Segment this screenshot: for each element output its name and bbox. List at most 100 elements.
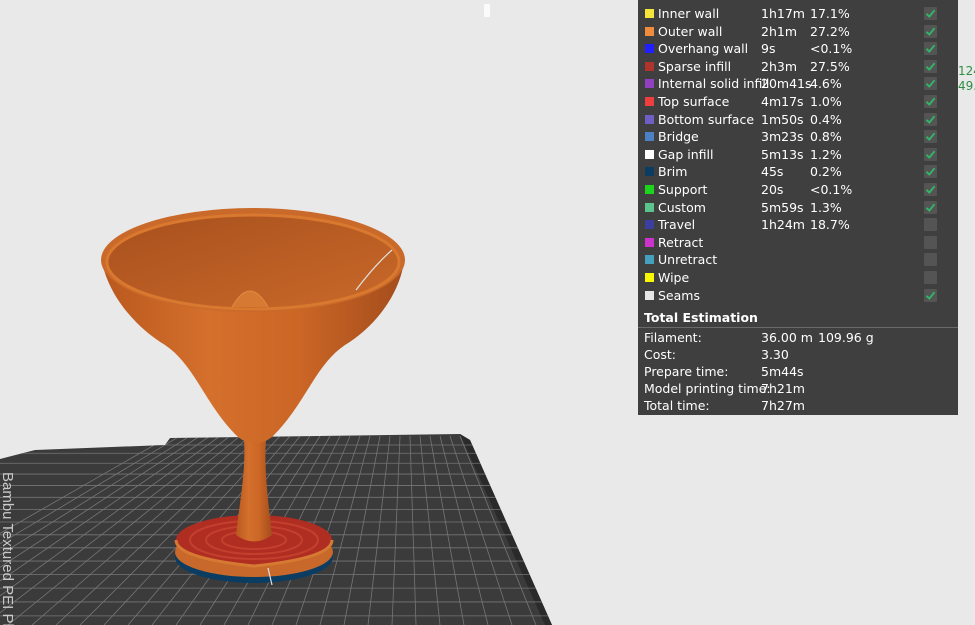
model-printing-time-label: Model printing time:: [644, 381, 771, 396]
visibility-checkbox[interactable]: [924, 130, 937, 144]
visibility-checkbox[interactable]: [924, 288, 937, 302]
model-printing-time-value: 7h21m: [761, 381, 805, 396]
legend-time: 20m41s: [761, 76, 812, 92]
filament-label: Filament:: [644, 330, 702, 345]
check-icon: [925, 9, 936, 18]
visibility-checkbox[interactable]: [924, 59, 937, 73]
legend-label: Inner wall: [658, 6, 720, 21]
filament-weight: 109.96 g: [818, 330, 874, 345]
visibility-checkbox[interactable]: [924, 165, 937, 179]
visibility-checkbox[interactable]: [924, 235, 937, 249]
visibility-checkbox[interactable]: [924, 147, 937, 161]
legend-row: Wipe: [638, 269, 958, 287]
legend-time: 20s: [761, 182, 784, 197]
legend-row: Overhang wall 9s <0.1%: [638, 40, 958, 58]
legend-row: Gap infill 5m13s 1.2%: [638, 146, 958, 164]
legend-percent: <0.1%: [810, 182, 853, 197]
legend-label: Wipe: [658, 270, 690, 285]
prepare-time-label: Prepare time:: [644, 364, 729, 379]
check-icon: [925, 291, 936, 300]
visibility-checkbox[interactable]: [924, 7, 937, 20]
legend-panel: Inner wall 1h17m 17.1% Outer wall 2h1m 27.2% O…: [638, 0, 958, 415]
prepare-time-value: 5m44s: [761, 364, 804, 379]
check-icon: [925, 132, 936, 142]
check-icon: [925, 115, 936, 124]
check-icon: [925, 27, 936, 36]
legend-label: Outer wall: [658, 23, 723, 39]
check-icon: [925, 185, 936, 194]
filament-length: 36.00 m: [761, 330, 813, 345]
visibility-checkbox[interactable]: [924, 200, 937, 214]
legend-row: Support 20s <0.1%: [638, 181, 958, 199]
color-swatch: [645, 9, 654, 18]
check-icon: [925, 80, 936, 89]
legend-label: Seams: [658, 287, 700, 303]
legend-row: Top surface 4m17s 1.0%: [638, 93, 958, 111]
legend-time: 1h17m: [761, 6, 805, 21]
legend-time: 3m23s: [761, 129, 804, 145]
legend-label: Travel: [658, 217, 696, 233]
check-icon: [925, 168, 936, 177]
visibility-checkbox[interactable]: [924, 218, 937, 232]
legend-row: Unretract: [638, 251, 958, 269]
legend-time: 2h3m: [761, 58, 798, 74]
legend-time: 5m13s: [761, 146, 804, 162]
prepare-time-row: Prepare time: 5m44s: [638, 363, 958, 380]
check-icon: [925, 44, 936, 54]
legend-row: Custom 5m59s 1.3%: [638, 199, 958, 217]
legend-percent: 27.2%: [810, 23, 850, 39]
color-swatch: [645, 26, 654, 36]
total-time-label: Total time:: [644, 398, 710, 413]
legend-time: 45s: [761, 164, 784, 180]
edge-value-2: 49.: [958, 79, 975, 93]
color-swatch: [645, 202, 654, 212]
cost-row: Cost: 3.30: [638, 346, 958, 363]
legend-label: Bridge: [658, 129, 699, 145]
cost-value: 3.30: [761, 347, 789, 362]
visibility-checkbox[interactable]: [924, 95, 937, 108]
total-estimation-title: Total Estimation: [644, 310, 758, 325]
legend-row: Retract: [638, 234, 958, 252]
legend-row: Outer wall 2h1m 27.2%: [638, 23, 958, 41]
legend-label: Sparse infill: [658, 58, 732, 74]
legend-row: Bottom surface 1m50s 0.4%: [638, 111, 958, 129]
legend-percent: 1.2%: [810, 146, 842, 162]
legend-time: 1h24m: [761, 217, 805, 233]
color-swatch: [645, 220, 654, 230]
color-swatch: [645, 185, 654, 194]
legend-time: 5m59s: [761, 199, 804, 215]
visibility-checkbox[interactable]: [924, 271, 937, 284]
edge-value-1: 124: [958, 64, 975, 78]
legend-row: Inner wall 1h17m 17.1%: [638, 5, 958, 23]
legend-label: Bottom surface: [658, 111, 755, 127]
visibility-checkbox[interactable]: [924, 42, 937, 56]
legend-label: Brim: [658, 164, 688, 180]
visibility-checkbox[interactable]: [924, 183, 937, 196]
visibility-checkbox[interactable]: [924, 77, 937, 91]
visibility-checkbox[interactable]: [924, 24, 937, 38]
color-swatch: [645, 97, 654, 106]
total-time-value: 7h27m: [761, 398, 805, 413]
legend-row: Travel 1h24m 18.7%: [638, 216, 958, 234]
check-icon: [925, 203, 936, 212]
color-swatch: [645, 237, 654, 247]
edge-readout: 124 49.: [958, 64, 975, 94]
color-swatch: [645, 167, 654, 177]
color-swatch: [645, 273, 654, 282]
legend-percent: 4.6%: [810, 76, 842, 92]
filament-row: Filament: 36.00 m 109.96 g: [638, 329, 958, 346]
check-icon: [925, 150, 936, 159]
legend-percent: 1.3%: [810, 199, 842, 215]
color-swatch: [645, 255, 654, 265]
legend-label: Support: [658, 182, 708, 197]
legend-percent: 17.1%: [810, 6, 850, 21]
legend-row: Bridge 3m23s 0.8%: [638, 128, 958, 146]
cost-label: Cost:: [644, 347, 677, 362]
legend-time: 4m17s: [761, 94, 804, 109]
legend-label: Overhang wall: [658, 41, 749, 57]
legend-time: 9s: [761, 41, 776, 57]
color-swatch: [645, 290, 654, 300]
visibility-checkbox[interactable]: [924, 112, 937, 126]
visibility-checkbox[interactable]: [924, 253, 937, 267]
legend-percent: 1.0%: [810, 94, 842, 109]
